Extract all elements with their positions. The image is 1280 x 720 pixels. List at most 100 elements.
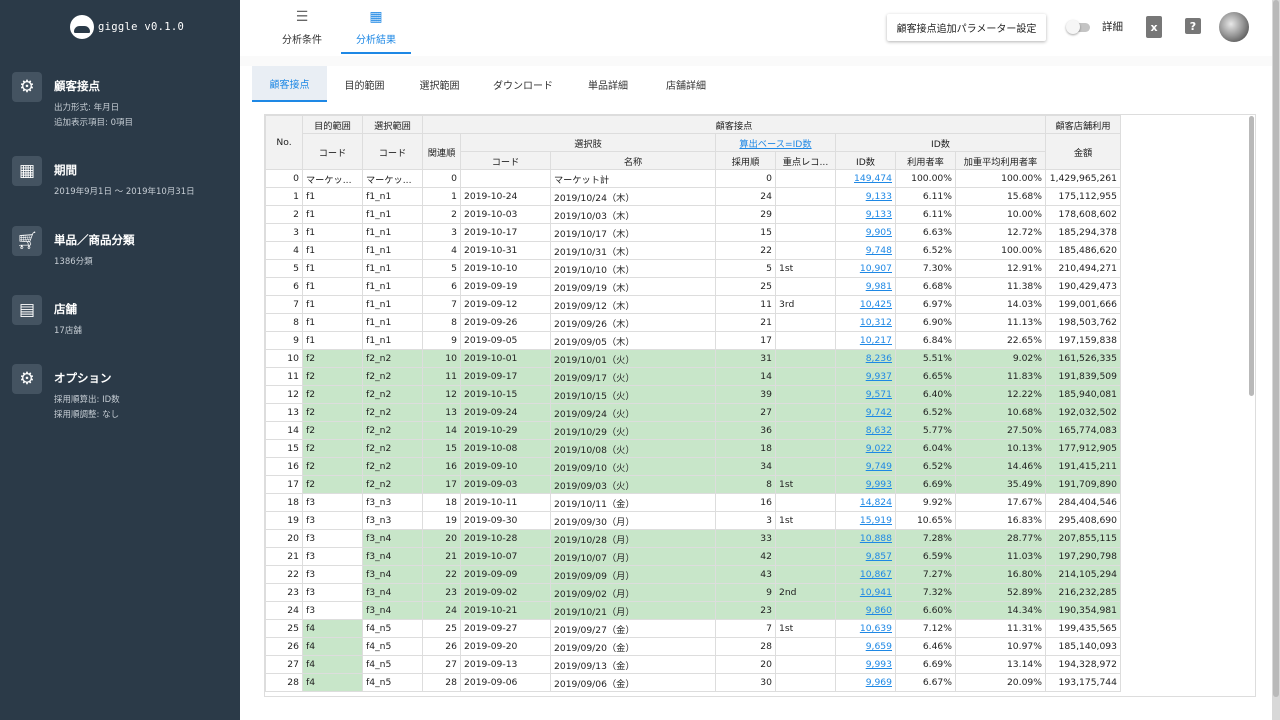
table-row[interactable]: 9 f1 f1_n1 9 2019-09-05 2019/09/05（木） 17 10,217… <box>265 331 1121 350</box>
header-adoption-order[interactable]: 採用順 <box>715 151 776 170</box>
id-count-link[interactable]: 9,659 <box>866 641 892 652</box>
subtab-item-detail[interactable]: 単品詳細 <box>569 66 647 102</box>
id-count-link[interactable]: 10,941 <box>860 587 892 598</box>
table-row[interactable]: 22 f3 f3_n4 22 2019-09-09 2019/09/09（月） 43 10,8… <box>265 565 1121 584</box>
app-logo[interactable]: giggle v0.1.0 <box>70 15 184 39</box>
table-row[interactable]: 3 f1 f1_n1 3 2019-10-17 2019/10/17（木） 15 9,905 6… <box>265 223 1121 242</box>
id-count-link[interactable]: 10,312 <box>860 317 892 328</box>
header-usage-rate[interactable]: 利用者率 <box>895 151 956 170</box>
tab-analysis-conditions[interactable]: ☰ 分析条件 <box>267 0 337 54</box>
id-count-link[interactable]: 8,236 <box>866 353 892 364</box>
table-row[interactable]: 20 f3 f3_n4 20 2019-10-28 2019/10/28（月） 33 10,8… <box>265 529 1121 548</box>
cell-focus-record <box>775 529 836 548</box>
table-row[interactable]: 2 f1 f1_n1 2 2019-10-03 2019/10/03（木） 29 9,133 6… <box>265 205 1121 224</box>
subtab-store-detail[interactable]: 店舗詳細 <box>647 66 725 102</box>
id-count-link[interactable]: 9,981 <box>866 281 892 292</box>
header-code[interactable]: コード <box>460 151 551 170</box>
sidebar-item-product-category[interactable]: 🛒︎ 単品／商品分類 1386分類 <box>0 226 240 286</box>
id-count-link[interactable]: 10,907 <box>860 263 892 274</box>
table-row[interactable]: 6 f1 f1_n1 6 2019-09-19 2019/09/19（木） 25 9,981 6… <box>265 277 1121 296</box>
id-count-link[interactable]: 10,217 <box>860 335 892 346</box>
subtab-download[interactable]: ダウンロード <box>477 66 569 102</box>
subtab-customer-touchpoint[interactable]: 顧客接点 <box>252 66 327 102</box>
table-row[interactable]: 15 f2 f2_n2 15 2019-10-08 2019/10/08（火） 18 9,02… <box>265 439 1121 458</box>
table-row[interactable]: 17 f2 f2_n2 17 2019-09-03 2019/09/03（火） 8 1st 9,… <box>265 475 1121 494</box>
header-focus-record[interactable]: 重点レコ... <box>775 151 836 170</box>
help-icon[interactable]: ? <box>1185 18 1201 34</box>
table-row[interactable]: 27 f4 f4_n5 27 2019-09-13 2019/09/13（金） 20 9,99… <box>265 655 1121 674</box>
table-row[interactable]: 18 f3 f3_n3 18 2019-10-11 2019/10/11（金） 16 14,8… <box>265 493 1121 512</box>
header-id-count[interactable]: ID数 <box>835 151 896 170</box>
table-row[interactable]: 1 f1 f1_n1 1 2019-10-24 2019/10/24（木） 24 9,133 6… <box>265 187 1121 206</box>
id-count-link[interactable]: 14,824 <box>860 497 892 508</box>
table-row[interactable]: 4 f1 f1_n1 4 2019-10-31 2019/10/31（木） 22 9,748 6… <box>265 241 1121 260</box>
sidebar-item-store[interactable]: ▤ 店舗 17店舗 <box>0 295 240 355</box>
cell-target-code: f1 <box>302 187 363 206</box>
table-row[interactable]: 25 f4 f4_n5 25 2019-09-27 2019/09/27（金） 7 1st 10… <box>265 619 1121 638</box>
table-row[interactable]: 21 f3 f3_n4 21 2019-10-07 2019/10/07（月） 42 9,85… <box>265 547 1121 566</box>
id-count-link[interactable]: 9,022 <box>866 443 892 454</box>
header-related-order[interactable]: 関連順 <box>422 133 461 170</box>
id-count-link[interactable]: 8,632 <box>866 425 892 436</box>
table-row[interactable]: 0 マーケッ... マーケッ... 0 マーケット計 0 149,474 100.00% 100… <box>265 169 1121 188</box>
table-row[interactable]: 19 f3 f3_n3 19 2019-09-30 2019/09/30（月） 3 1st 15… <box>265 511 1121 530</box>
table-row[interactable]: 10 f2 f2_n2 10 2019-10-01 2019/10/01（火） 31 8,23… <box>265 349 1121 368</box>
header-code[interactable]: コード <box>302 133 363 170</box>
table-row[interactable]: 23 f3 f3_n4 23 2019-09-02 2019/09/02（月） 9 2nd 10… <box>265 583 1121 602</box>
table-row[interactable]: 16 f2 f2_n2 16 2019-09-10 2019/09/10（火） 34 9,74… <box>265 457 1121 476</box>
table-row[interactable]: 11 f2 f2_n2 11 2019-09-17 2019/09/17（火） 14 9,93… <box>265 367 1121 386</box>
id-count-link[interactable]: 149,474 <box>854 173 892 184</box>
id-count-link[interactable]: 9,571 <box>866 389 892 400</box>
table-row[interactable]: 14 f2 f2_n2 14 2019-10-29 2019/10/29（火） 36 8,63… <box>265 421 1121 440</box>
detail-toggle[interactable] <box>1066 20 1092 34</box>
id-count-link[interactable]: 9,749 <box>866 461 892 472</box>
id-count-link[interactable]: 9,860 <box>866 605 892 616</box>
cell-no: 22 <box>265 565 303 584</box>
id-count-link[interactable]: 9,937 <box>866 371 892 382</box>
id-count-link[interactable]: 10,867 <box>860 569 892 580</box>
cell-no: 13 <box>265 403 303 422</box>
table-scrollbar[interactable] <box>1249 116 1254 396</box>
table-row[interactable]: 8 f1 f1_n1 8 2019-09-26 2019/09/26（木） 21 10,312… <box>265 313 1121 332</box>
sidebar-item-options[interactable]: ⚙ オプション 採用順算出: ID数 採用順調整: なし <box>0 364 240 424</box>
id-count-link[interactable]: 15,919 <box>860 515 892 526</box>
table-row[interactable]: 13 f2 f2_n2 13 2019-09-24 2019/09/24（火） 27 9,74… <box>265 403 1121 422</box>
header-no[interactable]: No. <box>265 115 303 170</box>
cell-selection-code: f2_n2 <box>362 367 423 386</box>
subtab-selection-range[interactable]: 選択範囲 <box>402 66 477 102</box>
id-count-link[interactable]: 9,969 <box>866 677 892 688</box>
table-row[interactable]: 5 f1 f1_n1 5 2019-10-10 2019/10/10（木） 5 1st 10,9… <box>265 259 1121 278</box>
excel-export-icon[interactable]: x <box>1146 16 1162 38</box>
id-count-link[interactable]: 9,133 <box>866 191 892 202</box>
id-count-link[interactable]: 10,888 <box>860 533 892 544</box>
cell-usage-rate: 10.65% <box>895 511 956 530</box>
page-scrollbar-thumb[interactable] <box>1273 0 1279 697</box>
id-count-link[interactable]: 9,133 <box>866 209 892 220</box>
subtab-target-range[interactable]: 目的範囲 <box>327 66 402 102</box>
table-row[interactable]: 12 f2 f2_n2 12 2019-10-15 2019/10/15（火） 39 9,57… <box>265 385 1121 404</box>
header-name[interactable]: 名称 <box>550 151 716 170</box>
id-count-link[interactable]: 9,742 <box>866 407 892 418</box>
table-row[interactable]: 26 f4 f4_n5 26 2019-09-20 2019/09/20（金） 28 9,65… <box>265 637 1121 656</box>
tab-analysis-results[interactable]: ▦ 分析結果 <box>341 0 411 54</box>
sidebar-item-customer-touchpoint[interactable]: ⚙ 顧客接点 出力形式: 年月日 追加表示項目: 0項目 <box>0 72 240 132</box>
cell-target-code: マーケッ... <box>302 169 363 188</box>
avatar[interactable] <box>1219 12 1249 42</box>
page-scrollbar[interactable] <box>1272 0 1280 720</box>
id-count-link[interactable]: 9,857 <box>866 551 892 562</box>
id-count-link[interactable]: 9,993 <box>866 479 892 490</box>
id-count-link[interactable]: 9,905 <box>866 227 892 238</box>
table-row[interactable]: 7 f1 f1_n1 7 2019-09-12 2019/09/12（木） 11 3rd 10,… <box>265 295 1121 314</box>
calculation-base-link[interactable]: 算出ベース=ID数 <box>715 133 836 152</box>
id-count-link[interactable]: 10,639 <box>860 623 892 634</box>
table-row[interactable]: 28 f4 f4_n5 28 2019-09-06 2019/09/06（金） 30 9,96… <box>265 673 1121 692</box>
add-parameter-settings-button[interactable]: 顧客接点追加パラメーター設定 <box>887 14 1046 41</box>
header-code[interactable]: コード <box>362 133 423 170</box>
id-count-link[interactable]: 9,748 <box>866 245 892 256</box>
sidebar-item-period[interactable]: ▦ 期間 2019年9月1日 〜 2019年10月31日 <box>0 156 240 216</box>
header-amount[interactable]: 金額 <box>1045 133 1121 170</box>
id-count-link[interactable]: 9,993 <box>866 659 892 670</box>
header-weighted-avg-rate[interactable]: 加重平均利用者率 <box>955 151 1046 170</box>
id-count-link[interactable]: 10,425 <box>860 299 892 310</box>
table-row[interactable]: 24 f3 f3_n4 24 2019-10-21 2019/10/21（月） 23 9,86… <box>265 601 1121 620</box>
